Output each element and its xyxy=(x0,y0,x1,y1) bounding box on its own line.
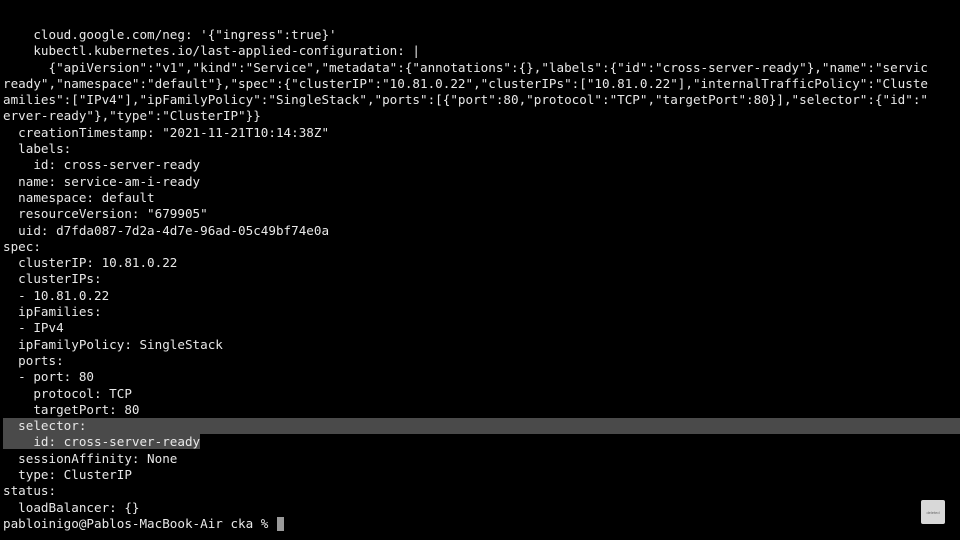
terminal-line: ports: xyxy=(3,352,64,368)
terminal-line: clusterIP: 10.81.0.22 xyxy=(3,255,178,271)
terminal-line: - 10.81.0.22 xyxy=(3,287,110,303)
terminal-line: {"apiVersion":"v1","kind":"Service","met… xyxy=(3,59,929,75)
terminal-line: - IPv4 xyxy=(3,320,64,336)
terminal-line: ready","namespace":"default"},"spec":{"c… xyxy=(3,75,929,91)
terminal-line: uid: d7fda087-7d2a-4d7e-96ad-05c49bf74e0… xyxy=(3,222,330,238)
terminal-line: sessionAffinity: None xyxy=(3,450,178,466)
terminal-line: targetPort: 80 xyxy=(3,401,140,417)
terminal-line: ipFamilies: xyxy=(3,304,102,320)
terminal-line: cloud.google.com/neg: '{"ingress":true}' xyxy=(3,27,337,42)
cursor-icon xyxy=(276,516,284,531)
badge-label: deleted xyxy=(926,509,940,515)
terminal-line-selected-partial: id: cross-server-ready xyxy=(3,434,960,450)
terminal-line: ipFamilyPolicy: SingleStack xyxy=(3,336,223,352)
terminal-line: status: xyxy=(3,483,57,499)
terminal-line: namespace: default xyxy=(3,189,155,205)
terminal-line: clusterIPs: xyxy=(3,271,102,287)
terminal-line: erver-ready"},"type":"ClusterIP"}} xyxy=(3,108,261,124)
corner-badge[interactable]: deleted xyxy=(921,500,945,524)
terminal-line: amilies":["IPv4"],"ipFamilyPolicy":"Sing… xyxy=(3,92,929,108)
terminal-line: name: service-am-i-ready xyxy=(3,173,201,189)
terminal-line: protocol: TCP xyxy=(3,385,132,401)
terminal-line: creationTimestamp: "2021-11-21T10:14:38Z… xyxy=(3,124,330,140)
selection-highlight: id: cross-server-ready xyxy=(3,434,201,450)
terminal-line: resourceVersion: "679905" xyxy=(3,206,208,222)
terminal-line: spec: xyxy=(3,238,41,254)
prompt-line[interactable]: pabloinigo@Pablos-MacBook-Air cka % xyxy=(3,516,960,532)
terminal-line: labels: xyxy=(3,141,72,157)
terminal-line: loadBalancer: {} xyxy=(3,499,140,515)
terminal-line-selected: selector: xyxy=(3,418,960,435)
terminal-line: - port: 80 xyxy=(3,369,94,385)
terminal-output[interactable]: cloud.google.com/neg: '{"ingress":true}'… xyxy=(3,27,960,540)
terminal-line: type: ClusterIP xyxy=(3,467,132,483)
terminal-line: id: cross-server-ready xyxy=(3,157,201,173)
terminal-line: kubectl.kubernetes.io/last-applied-confi… xyxy=(3,43,421,59)
shell-prompt: pabloinigo@Pablos-MacBook-Air cka % xyxy=(3,515,276,531)
